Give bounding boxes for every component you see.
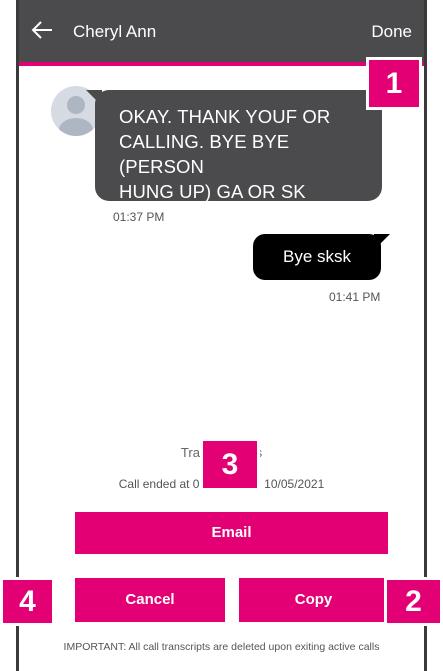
incoming-timestamp: 01:37 PM: [113, 210, 165, 224]
outgoing-message-bubble: Bye sksk: [253, 234, 390, 280]
done-button[interactable]: Done: [371, 22, 412, 42]
bubble-tail: [374, 234, 390, 250]
message-text: Bye sksk: [282, 247, 352, 266]
important-note: IMPORTANT: All call transcripts are dele…: [63, 641, 380, 653]
message-line: OKAY. THANK YOUF OR: [119, 106, 331, 127]
email-button[interactable]: Email: [75, 512, 388, 554]
bubble-tail: [86, 90, 102, 106]
callout-badge-2: 2: [384, 577, 443, 626]
chat-header: Cheryl Ann Done: [19, 0, 424, 66]
contact-name: Cheryl Ann: [73, 22, 157, 41]
back-arrow-icon[interactable]: [31, 20, 53, 40]
callout-badge-1: 1: [366, 57, 422, 110]
message-line: HUNG UP) GA OR SK: [119, 181, 306, 202]
copy-button[interactable]: Copy: [239, 578, 388, 622]
cancel-button[interactable]: Cancel: [75, 578, 225, 622]
outgoing-timestamp: 01:41 PM: [329, 290, 381, 304]
incoming-message-bubble: OKAY. THANK YOUF OR CALLING. BYE BYE (PE…: [86, 90, 382, 202]
message-line: CALLING. BYE BYE (PERSON: [119, 131, 290, 177]
callout-badge-4: 4: [0, 577, 55, 626]
callout-badge-3: 3: [200, 438, 260, 491]
